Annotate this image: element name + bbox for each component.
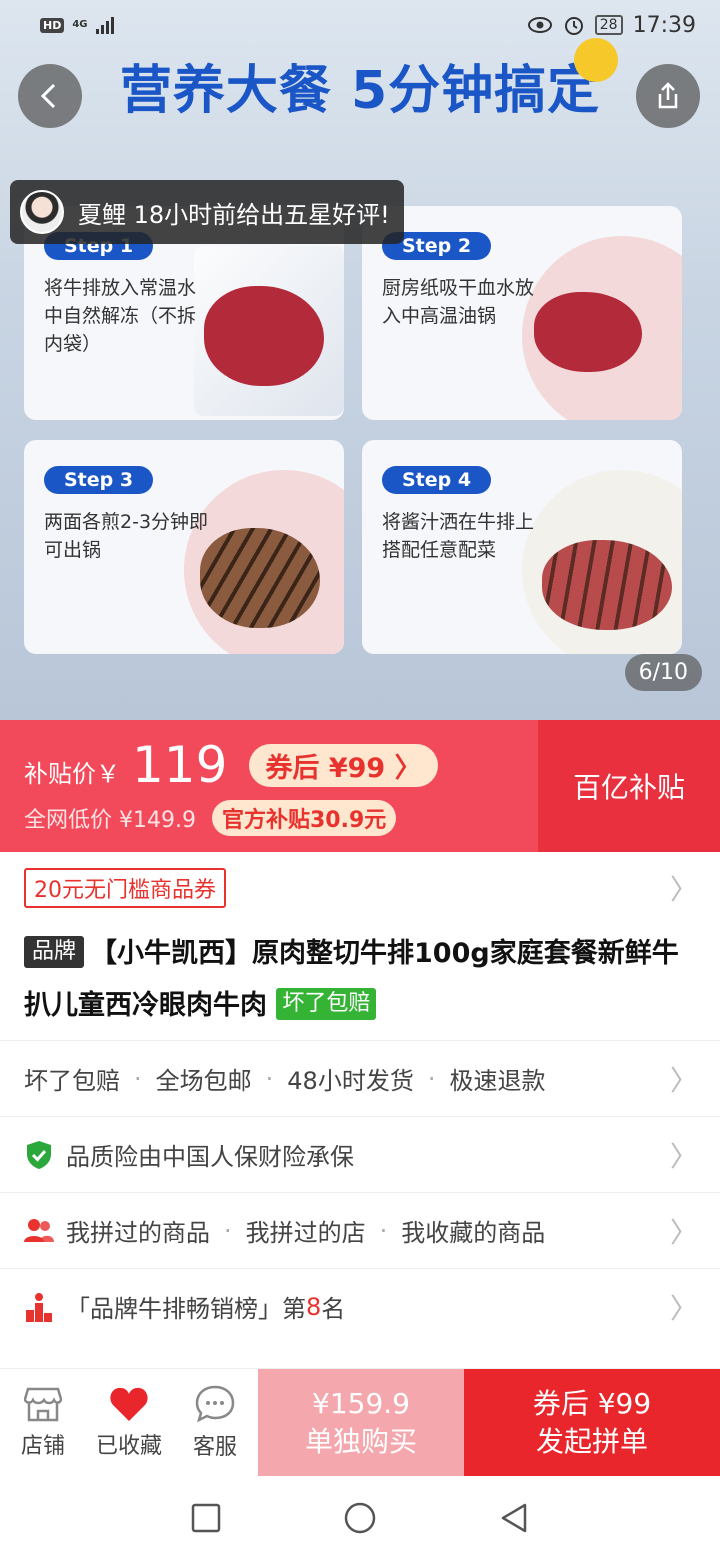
product-image-carousel[interactable]: 营养大餐 5分钟搞定 夏鲤 18小时前给出五星好评! Step 1 将牛排放入常… xyxy=(0,0,720,720)
image-counter: 6/10 xyxy=(624,654,702,691)
step-text: 将酱汁洒在牛排上搭配任意配菜 xyxy=(382,511,535,561)
battery-icon: 28 xyxy=(594,15,623,35)
price-info: 补贴价￥ 119 券后 ¥99 〉 全网低价 ¥149.9 官方补贴30.9元 xyxy=(0,720,538,852)
subsidy-price: 119 xyxy=(132,736,228,794)
customer-service-button[interactable]: 客服 xyxy=(172,1369,258,1477)
avatar xyxy=(20,190,64,234)
services-row[interactable]: 坏了包赔 · 全场包邮 · 48小时发货 · 极速退款 〉 xyxy=(0,1040,720,1116)
ranking-row[interactable]: 「品牌牛排畅销榜」第 8 名 〉 xyxy=(0,1268,720,1344)
raw-steak-image xyxy=(204,286,324,386)
heart-icon xyxy=(110,1387,148,1421)
people-icon xyxy=(24,1216,54,1246)
service-item: 48小时发货 xyxy=(287,1067,414,1095)
subsidy-price-label: 补贴价￥ xyxy=(24,760,120,788)
chat-bubble-icon xyxy=(195,1385,235,1423)
history-link[interactable]: 我拼过的店 xyxy=(246,1213,366,1248)
step-badge: Step 4 xyxy=(382,466,492,494)
network-label: 4G xyxy=(72,19,88,30)
brand-tag: 品牌 xyxy=(24,936,85,968)
customer-service-label: 客服 xyxy=(192,1435,237,1460)
service-item: 全场包邮 xyxy=(155,1067,252,1095)
product-detail-page: 营养大餐 5分钟搞定 夏鲤 18小时前给出五星好评! Step 1 将牛排放入常… xyxy=(0,0,720,1560)
store-button[interactable]: 店铺 xyxy=(0,1369,86,1477)
step-card-3: Step 3 两面各煎2-3分钟即可出锅 xyxy=(24,440,344,654)
favorite-label: 已收藏 xyxy=(95,1434,162,1459)
ranking-number: 8 xyxy=(306,1292,322,1321)
status-bar: HD 4G 28 17:39 xyxy=(0,0,720,50)
alarm-icon xyxy=(564,17,583,35)
start-group-buy-button[interactable]: 券后 ¥99 发起拼单 xyxy=(464,1369,720,1477)
chevron-left-icon xyxy=(40,83,56,109)
favorite-button[interactable]: 已收藏 xyxy=(86,1369,172,1477)
ranking-suffix: 名 xyxy=(321,1295,346,1323)
chevron-right-icon: 〉 xyxy=(669,1139,698,1173)
coupon-row[interactable]: 20元无门槛商品券 〉 xyxy=(0,852,720,924)
billion-subsidy-label: 百亿补贴 xyxy=(538,720,720,852)
store-label: 店铺 xyxy=(20,1434,65,1459)
chevron-right-icon: 〉 xyxy=(669,1215,698,1249)
step-card-4: Step 4 将酱汁洒在牛排上搭配任意配菜 xyxy=(362,440,682,654)
group-price: 券后 ¥99 xyxy=(532,1387,652,1420)
recent-apps-icon[interactable] xyxy=(191,1503,221,1533)
back-button[interactable] xyxy=(18,64,82,128)
review-ticker: 夏鲤 18小时前给出五星好评! xyxy=(10,180,404,244)
bottom-action-bar: 店铺 已收藏 客服 ¥159.9 单独购买 券后 ¥99 发起拼单 xyxy=(0,1368,720,1477)
history-link[interactable]: 我收藏的商品 xyxy=(401,1213,545,1248)
step-text: 将牛排放入常温水中自然解冻（不拆内袋） xyxy=(44,277,197,355)
original-price: 全网低价 ¥149.9 xyxy=(24,808,196,833)
single-label: 单独购买 xyxy=(304,1425,417,1458)
guarantee-tag: 坏了包赔 xyxy=(276,988,377,1020)
back-nav-icon[interactable] xyxy=(499,1502,529,1534)
chevron-right-icon: 〉 xyxy=(669,1063,698,1097)
insurance-row[interactable]: 品质险由中国人保财险承保 〉 xyxy=(0,1116,720,1192)
service-item: 坏了包赔 xyxy=(24,1067,120,1095)
clock-time: 17:39 xyxy=(632,12,696,38)
step-card-2: Step 2 厨房纸吸干血水放入中高温油锅 xyxy=(362,206,682,420)
home-icon[interactable] xyxy=(343,1501,377,1535)
store-icon xyxy=(24,1387,62,1422)
price-banner: 补贴价￥ 119 券后 ¥99 〉 全网低价 ¥149.9 官方补贴30.9元 … xyxy=(0,720,720,852)
step-badge: Step 3 xyxy=(44,466,154,494)
coupon-price-button[interactable]: 券后 ¥99 〉 xyxy=(249,743,438,787)
service-item: 极速退款 xyxy=(449,1067,546,1095)
ranking-prefix: 「品牌牛排畅销榜」第 xyxy=(66,1295,306,1323)
review-text: 夏鲤 18小时前给出五星好评! xyxy=(78,200,390,229)
shield-check-icon xyxy=(24,1140,54,1170)
coupon-tag: 20元无门槛商品券 xyxy=(24,868,226,908)
hd-icon: HD xyxy=(40,17,65,33)
grilled-steak-image xyxy=(200,528,320,628)
system-nav-bar xyxy=(0,1476,720,1560)
product-title: 品牌 【小牛凯西】原肉整切牛排100g家庭套餐新鲜牛扒儿童西冷眼肉牛肉 坏了包赔 xyxy=(24,928,694,1032)
chevron-right-icon: 〉 xyxy=(669,1291,698,1325)
single-price: ¥159.9 xyxy=(312,1387,410,1420)
step-text: 两面各煎2-3分钟即可出锅 xyxy=(44,511,209,561)
signal-icon xyxy=(95,16,114,34)
share-button[interactable] xyxy=(636,64,700,128)
eye-icon xyxy=(527,17,552,33)
buy-single-button[interactable]: ¥159.9 单独购买 xyxy=(258,1369,464,1477)
chevron-right-icon: 〉 xyxy=(669,873,698,906)
share-icon xyxy=(658,82,678,109)
history-link[interactable]: 我拼过的商品 xyxy=(66,1213,210,1248)
official-subsidy-badge: 官方补贴30.9元 xyxy=(211,800,397,836)
ranking-podium-icon xyxy=(24,1292,54,1322)
insurance-text: 品质险由中国人保财险承保 xyxy=(66,1143,354,1171)
history-row[interactable]: 我拼过的商品 · 我拼过的店 · 我收藏的商品 〉 xyxy=(0,1192,720,1268)
step-text: 厨房纸吸干血水放入中高温油锅 xyxy=(382,277,535,327)
sliced-steak-image xyxy=(542,540,672,630)
group-label: 发起拼单 xyxy=(535,1425,648,1458)
